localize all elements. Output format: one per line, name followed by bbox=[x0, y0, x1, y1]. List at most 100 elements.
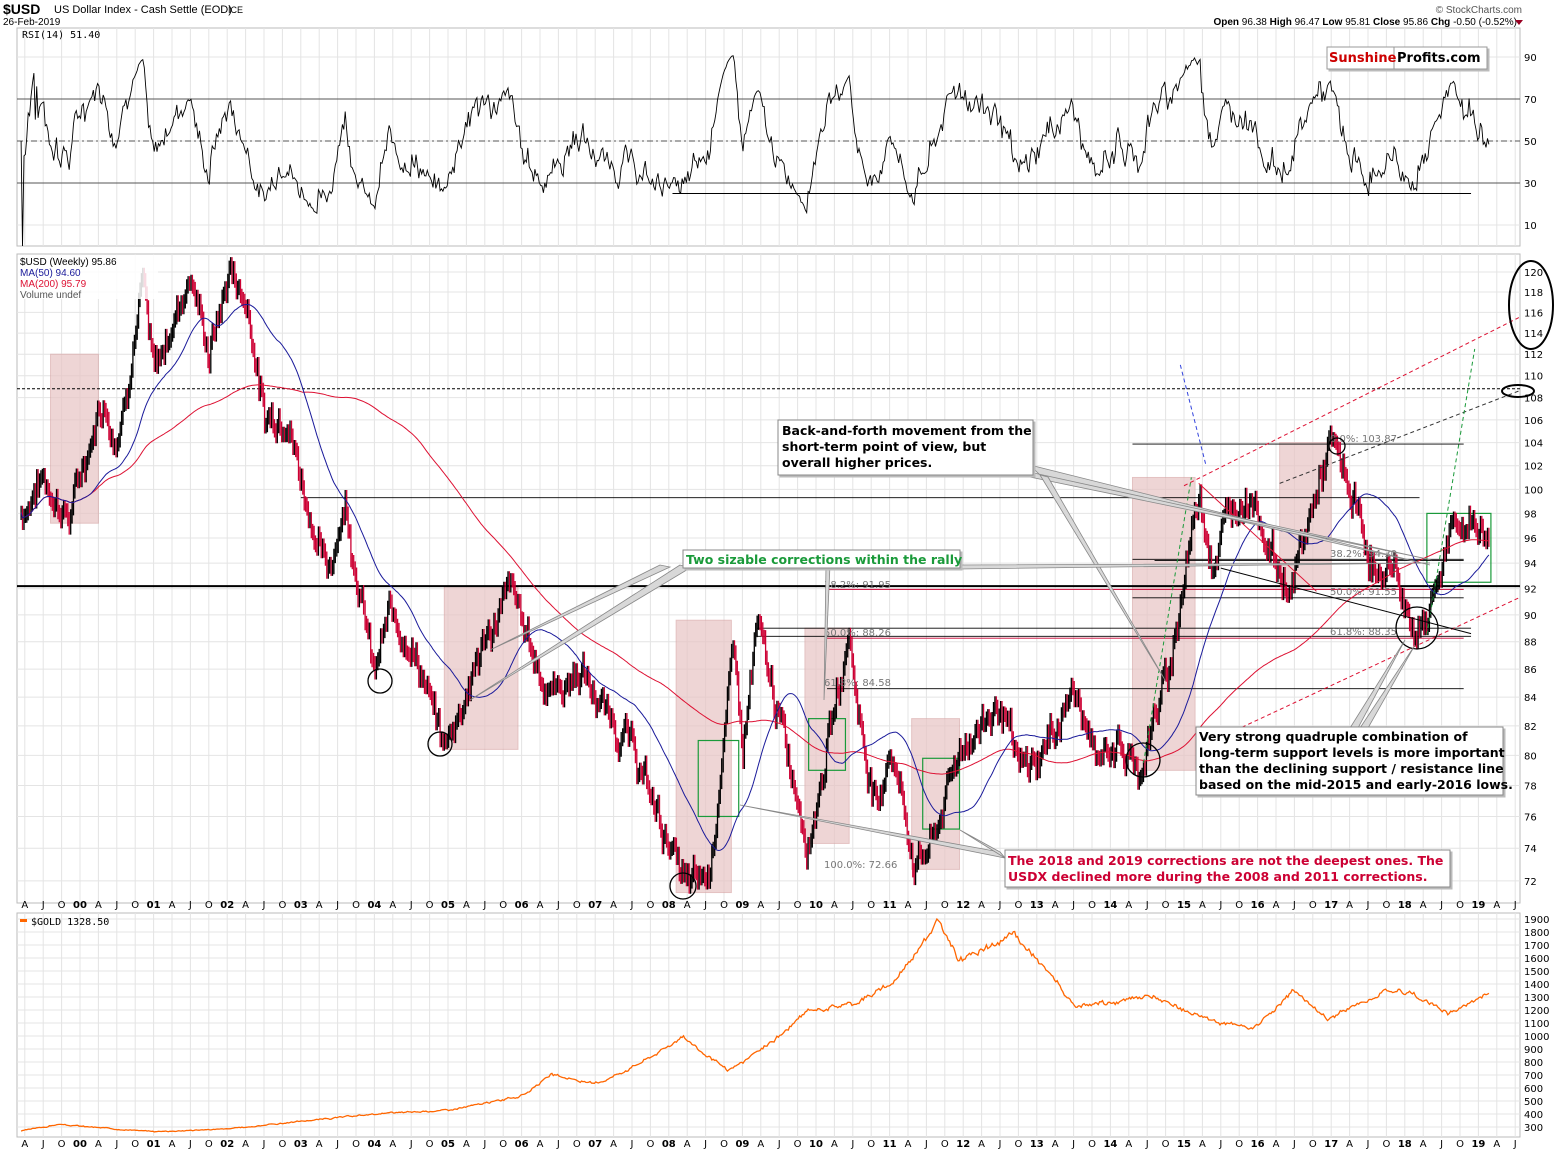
x-tick-month: J bbox=[703, 900, 707, 911]
price-y-tick: 112 bbox=[1524, 350, 1543, 361]
x-tick-month: J bbox=[114, 1139, 118, 1150]
x-tick-year: 18 bbox=[1398, 900, 1412, 911]
price-y-tick: 106 bbox=[1524, 416, 1543, 427]
gold-line bbox=[20, 917, 1490, 1133]
x-tick-month: J bbox=[850, 900, 854, 911]
x-tick-year: 13 bbox=[1030, 1139, 1044, 1150]
x-tick-month: A bbox=[1346, 900, 1353, 911]
x-tick-month: A bbox=[1493, 1139, 1500, 1150]
x-tick-month: A bbox=[1052, 900, 1059, 911]
x-tick-month: O bbox=[131, 900, 139, 911]
x-tick-month: O bbox=[1014, 1139, 1022, 1150]
x-tick-month: O bbox=[131, 1139, 139, 1150]
x-tick-year: 03 bbox=[294, 900, 308, 911]
svg-text:38.2%: 91.95: 38.2%: 91.95 bbox=[824, 580, 891, 591]
x-tick-month: O bbox=[573, 1139, 581, 1150]
svg-text:50.0%: 91.55: 50.0%: 91.55 bbox=[1330, 587, 1397, 598]
x-tick-month: O bbox=[352, 900, 360, 911]
svg-text:The 2018 and 2019 corrections: The 2018 and 2019 corrections are not th… bbox=[1008, 853, 1443, 868]
gold-y-tick: 800 bbox=[1524, 1058, 1543, 1069]
svg-text:0.0%: 103.87: 0.0%: 103.87 bbox=[1330, 434, 1397, 445]
x-tick-month: A bbox=[463, 1139, 470, 1150]
x-tick-month: O bbox=[794, 1139, 802, 1150]
price-y-tick: 84 bbox=[1524, 693, 1537, 704]
x-tick-month: J bbox=[1292, 1139, 1296, 1150]
svg-text:Profits.com: Profits.com bbox=[1397, 51, 1481, 66]
x-tick-year: 12 bbox=[956, 1139, 970, 1150]
x-tick-year: 09 bbox=[735, 900, 749, 911]
gold-y-tick: 1100 bbox=[1524, 1019, 1549, 1030]
x-tick-month: A bbox=[831, 900, 838, 911]
price-y-tick: 86 bbox=[1524, 665, 1537, 676]
exchange: ICE bbox=[228, 5, 243, 15]
gold-y-tick: 1600 bbox=[1524, 954, 1549, 965]
x-tick-month: A bbox=[316, 1139, 323, 1150]
x-tick-month: O bbox=[794, 900, 802, 911]
price-y-tick: 88 bbox=[1524, 638, 1537, 649]
x-tick-month: A bbox=[463, 900, 470, 911]
chart-date: 26-Feb-2019 bbox=[3, 17, 61, 28]
x-tick-month: J bbox=[924, 900, 928, 911]
svg-text:short-term point of view, but: short-term point of view, but bbox=[782, 439, 986, 454]
green-dashed-projection bbox=[1426, 348, 1476, 636]
x-tick-month: O bbox=[58, 1139, 66, 1150]
svg-text:based on the mid-2015 and earl: based on the mid-2015 and early-2016 low… bbox=[1199, 777, 1513, 792]
x-tick-year: 09 bbox=[735, 1139, 749, 1150]
price-y-tick: 100 bbox=[1524, 485, 1543, 496]
x-tick-month: O bbox=[646, 900, 654, 911]
x-tick-month: O bbox=[1456, 1139, 1464, 1150]
svg-text:61.8%: 88.35: 61.8%: 88.35 bbox=[1330, 627, 1397, 638]
x-tick-month: O bbox=[941, 900, 949, 911]
gold-y-tick: 1000 bbox=[1524, 1032, 1549, 1043]
usd-candles bbox=[20, 257, 1490, 894]
annotation-deepest-corrections: The 2018 and 2019 corrections are not th… bbox=[1004, 849, 1451, 888]
x-tick-month: O bbox=[646, 1139, 654, 1150]
gold-series bbox=[20, 917, 1490, 1133]
x-tick-month: A bbox=[1052, 1139, 1059, 1150]
rsi-y-tick: 30 bbox=[1524, 179, 1537, 190]
x-tick-month: O bbox=[278, 900, 286, 911]
price-y-tick: 104 bbox=[1524, 439, 1543, 450]
x-tick-month: O bbox=[720, 1139, 728, 1150]
svg-text:MA(50) 94.60: MA(50) 94.60 bbox=[20, 268, 81, 279]
x-tick-month: J bbox=[1145, 900, 1149, 911]
x-tick-year: 01 bbox=[147, 900, 161, 911]
axis-labels: A J O 00 A J O 01 A J O 02 A J O 03 A J O 04 A J O 05 A J O 06 A J O 07… bbox=[21, 53, 1549, 1150]
x-tick-year: 05 bbox=[441, 1139, 455, 1150]
x-tick-year: 11 bbox=[883, 1139, 897, 1150]
up-candles bbox=[20, 257, 1489, 894]
x-tick-month: O bbox=[352, 1139, 360, 1150]
x-tick-year: 15 bbox=[1177, 1139, 1191, 1150]
x-tick-month: J bbox=[777, 900, 781, 911]
x-tick-month: J bbox=[262, 1139, 266, 1150]
x-tick-month: A bbox=[1199, 1139, 1206, 1150]
price-y-tick: 74 bbox=[1524, 844, 1537, 855]
x-tick-month: J bbox=[1439, 900, 1443, 911]
instrument-name: US Dollar Index - Cash Settle (EOD) bbox=[54, 4, 232, 16]
correction-shade bbox=[1131, 476, 1196, 771]
x-tick-year: 02 bbox=[220, 900, 234, 911]
x-tick-month: A bbox=[684, 1139, 691, 1150]
x-tick-year: 17 bbox=[1324, 1139, 1338, 1150]
x-tick-year: 08 bbox=[662, 900, 676, 911]
svg-text:100.0%: 72.66: 100.0%: 72.66 bbox=[824, 860, 897, 871]
x-tick-month: O bbox=[573, 900, 581, 911]
x-tick-month: A bbox=[95, 900, 102, 911]
x-tick-month: O bbox=[1088, 900, 1096, 911]
x-tick-month: A bbox=[978, 900, 985, 911]
x-tick-month: O bbox=[205, 1139, 213, 1150]
x-tick-month: A bbox=[1420, 1139, 1427, 1150]
stockcharts-link[interactable]: © StockCharts.com bbox=[1436, 5, 1522, 16]
price-y-tick: 116 bbox=[1524, 308, 1543, 319]
x-tick-month: J bbox=[1145, 1139, 1149, 1150]
chart-header: $USD US Dollar Index - Cash Settle (EOD)… bbox=[3, 1, 1523, 28]
x-tick-month: A bbox=[316, 900, 323, 911]
x-tick-month: O bbox=[720, 900, 728, 911]
price-y-tick: 76 bbox=[1524, 812, 1537, 823]
gold-y-tick: 1700 bbox=[1524, 941, 1549, 952]
svg-text:$USD (Weekly) 95.86: $USD (Weekly) 95.86 bbox=[20, 257, 117, 268]
x-tick-month: J bbox=[998, 900, 1002, 911]
price-y-tick: 78 bbox=[1524, 781, 1537, 792]
x-tick-month: J bbox=[1292, 900, 1296, 911]
svg-text:61.8%: 84.58: 61.8%: 84.58 bbox=[824, 678, 891, 689]
